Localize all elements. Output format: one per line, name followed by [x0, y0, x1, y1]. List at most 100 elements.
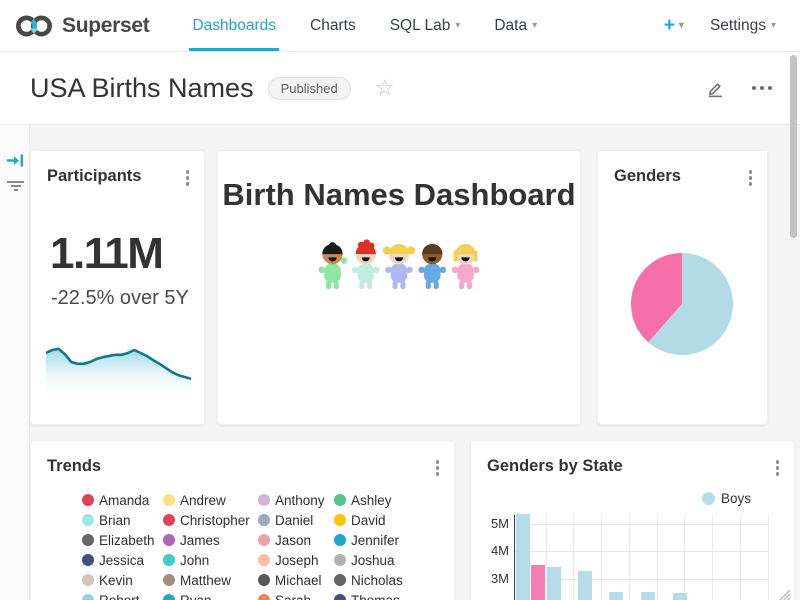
legend-item-jessica[interactable]: Jessica [82, 553, 144, 567]
nav-item-label: SQL Lab [390, 17, 451, 35]
legend-item-anthony[interactable]: Anthony [258, 493, 325, 507]
legend-item-nicholas[interactable]: Nicholas [334, 573, 403, 587]
dashboard-header: USA Births Names Published ☆ [0, 52, 800, 125]
caret-down-icon: ▾ [679, 21, 684, 31]
nav-item-dashboards[interactable]: Dashboards [175, 0, 293, 51]
legend-label: Ashley [351, 493, 392, 508]
gridline [601, 515, 602, 600]
legend-item-joshua[interactable]: Joshua [334, 553, 395, 567]
legend-label: Thomas [351, 593, 400, 600]
nav-right: + ▾ Settings ▾ [654, 0, 800, 51]
big-number-value: 1.11M [50, 229, 162, 279]
legend-label: Amanda [99, 493, 149, 508]
genders-by-state-card: Genders by State Boys 5M4M3M [470, 440, 795, 600]
legend-label: Robert [99, 593, 140, 600]
legend-item-john[interactable]: John [163, 553, 209, 567]
legend-item-david[interactable]: David [334, 513, 386, 527]
legend-item-michael[interactable]: Michael [258, 573, 322, 587]
nav-item-charts[interactable]: Charts [293, 0, 373, 51]
more-vertical-icon[interactable] [434, 458, 442, 478]
genders-pie-chart [627, 249, 737, 359]
scrollbar-thumb[interactable] [790, 55, 797, 238]
nav-item-sql-lab[interactable]: SQL Lab ▾ [373, 0, 478, 51]
new-item-button[interactable]: + ▾ [654, 15, 694, 37]
brand-name: Superset [62, 14, 149, 38]
legend-item-brian[interactable]: Brian [82, 513, 131, 527]
nav-item-data[interactable]: Data ▾ [477, 0, 554, 51]
legend-dot [82, 594, 94, 600]
caret-down-icon: ▾ [532, 21, 537, 31]
favorite-star-icon[interactable]: ☆ [375, 77, 395, 99]
legend-label: John [180, 553, 209, 568]
legend-dot [258, 554, 270, 566]
trends-card: Trends AmandaAndrewAnthonyAshleyBrianChr… [30, 440, 455, 600]
legend-dot [334, 534, 346, 546]
legend-dot [163, 554, 175, 566]
legend-item-kevin[interactable]: Kevin [82, 573, 133, 587]
legend-item-matthew[interactable]: Matthew [163, 573, 231, 587]
legend-label: Jessica [99, 553, 144, 568]
settings-menu[interactable]: Settings ▾ [702, 17, 784, 35]
more-vertical-icon[interactable] [747, 168, 755, 188]
legend-dot [258, 494, 270, 506]
legend-item-sarah[interactable]: Sarah [258, 593, 311, 600]
chart-title: Participants [47, 167, 141, 186]
legend-label: Jason [275, 533, 311, 548]
caret-down-icon: ▾ [455, 21, 460, 31]
legend-dot [334, 554, 346, 566]
legend-dot [258, 514, 270, 526]
legend-label: Andrew [180, 493, 226, 508]
legend-dot [334, 574, 346, 586]
legend-dot [163, 594, 175, 600]
expand-filters-icon[interactable] [7, 153, 24, 168]
legend-item-ryan[interactable]: Ryan [163, 593, 212, 600]
legend-dot [82, 554, 94, 566]
legend-item-andrew[interactable]: Andrew [163, 493, 226, 507]
gridline [712, 515, 713, 600]
nav-menu: Dashboards Charts SQL Lab ▾ Data ▾ [175, 0, 554, 51]
genders-card: Genders [597, 150, 768, 425]
legend-item-christopher[interactable]: Christopher [163, 513, 250, 527]
legend-item-joseph[interactable]: Joseph [258, 553, 319, 567]
legend-dot [258, 594, 270, 600]
legend-label: David [351, 513, 386, 528]
edit-pencil-icon[interactable] [705, 78, 726, 99]
settings-label: Settings [710, 17, 766, 35]
resize-handle-icon[interactable] [776, 587, 790, 600]
legend-item-robert[interactable]: Robert [82, 593, 140, 600]
legend-dot [163, 534, 175, 546]
legend-item-elizabeth[interactable]: Elizabeth [82, 533, 155, 547]
legend-item-boys[interactable]: Boys [702, 491, 751, 506]
published-badge[interactable]: Published [268, 77, 351, 100]
legend-label: Michael [275, 573, 322, 588]
more-vertical-icon[interactable] [774, 458, 782, 478]
legend-item-james[interactable]: James [163, 533, 220, 547]
legend-dot [702, 492, 715, 505]
bar-boys [547, 567, 561, 600]
legend-dot [82, 574, 94, 586]
legend-label: James [180, 533, 220, 548]
children-illustration [314, 239, 484, 296]
legend-label: Daniel [275, 513, 313, 528]
legend-label: Anthony [275, 493, 325, 508]
gridline [657, 515, 658, 600]
legend-item-thomas[interactable]: Thomas [334, 593, 400, 600]
legend-item-ashley[interactable]: Ashley [334, 493, 392, 507]
bar-boys [578, 571, 592, 600]
legend-item-jason[interactable]: Jason [258, 533, 311, 547]
more-horizontal-icon[interactable] [752, 82, 772, 94]
legend-item-jennifer[interactable]: Jennifer [334, 533, 399, 547]
gridline [629, 515, 630, 600]
legend-label: Joseph [275, 553, 319, 568]
legend-dot [258, 534, 270, 546]
superset-brand[interactable]: Superset [0, 0, 175, 51]
legend-label: Nicholas [351, 573, 403, 588]
more-vertical-icon[interactable] [184, 168, 192, 188]
legend-label: Boys [721, 491, 751, 506]
y-axis-tick: 3M [473, 571, 509, 586]
legend-item-daniel[interactable]: Daniel [258, 513, 313, 527]
legend-dot [163, 514, 175, 526]
gridline [514, 551, 768, 552]
filter-funnel-icon[interactable] [7, 181, 24, 193]
legend-item-amanda[interactable]: Amanda [82, 493, 149, 507]
